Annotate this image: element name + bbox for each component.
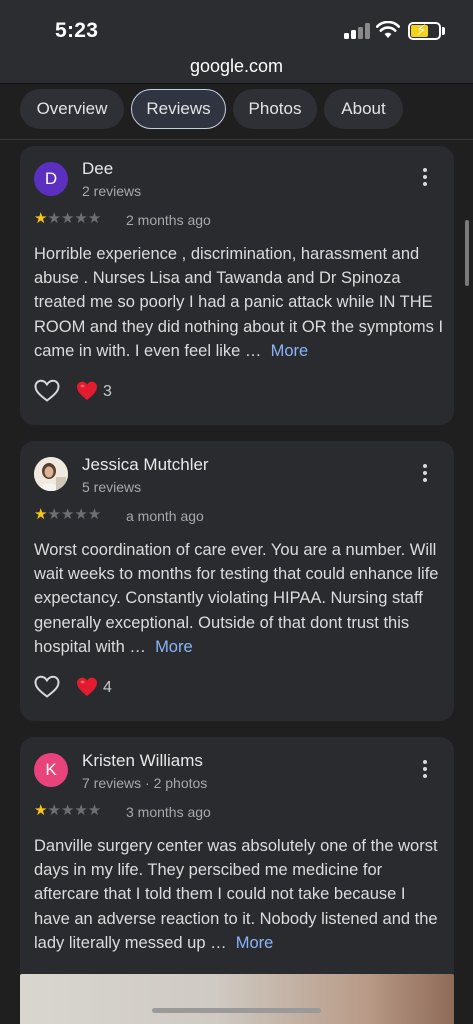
profile-photo: [34, 457, 68, 491]
avatar[interactable]: D: [34, 162, 68, 196]
battery-icon: ⚡: [408, 22, 441, 40]
review-text: Worst coordination of care ever. You are…: [34, 538, 444, 659]
star-icon: ★★★★: [47, 210, 102, 227]
star-icon: ★: [34, 210, 48, 227]
browser-address-bar[interactable]: google.com: [0, 50, 473, 84]
star-rating: ★★★★★: [34, 211, 101, 227]
review-author[interactable]: Jessica Mutchler: [82, 455, 209, 475]
kebab-menu-icon[interactable]: [419, 758, 431, 780]
heart-outline-icon[interactable]: [34, 675, 60, 699]
review-text-content: Worst coordination of care ever. You are…: [34, 541, 439, 656]
battery-tip: [442, 27, 445, 35]
star-icon: ★: [34, 802, 48, 819]
cellular-signal-icon: [344, 23, 372, 39]
star-icon: ★★★★: [47, 802, 102, 819]
kebab-menu-icon[interactable]: [419, 462, 431, 484]
tab-photos[interactable]: Photos: [233, 89, 317, 129]
review-time: 3 months ago: [126, 804, 211, 820]
red-heart-emoji-icon: [77, 677, 97, 696]
review-time: a month ago: [126, 508, 204, 524]
reaction-count: 3: [103, 383, 112, 400]
avatar[interactable]: K: [34, 753, 68, 787]
wifi-icon: [376, 21, 400, 38]
review-text: Horrible experience , discrimination, ha…: [34, 242, 444, 363]
more-link[interactable]: More: [155, 638, 193, 656]
kebab-menu-icon[interactable]: [419, 166, 431, 188]
scrollbar-thumb[interactable]: [465, 220, 469, 286]
review-author-meta: 7 reviews · 2 photos: [82, 775, 208, 791]
reaction-count: 4: [103, 679, 112, 696]
review-author-meta: 2 reviews: [82, 183, 142, 199]
review-time: 2 months ago: [126, 212, 211, 228]
heart-outline-icon[interactable]: [34, 379, 60, 403]
home-indicator[interactable]: [152, 1008, 321, 1013]
star-icon: ★: [34, 506, 48, 523]
star-rating: ★★★★★: [34, 803, 101, 819]
star-icon: ★★★★: [47, 506, 102, 523]
tab-overview[interactable]: Overview: [20, 89, 124, 129]
tab-reviews[interactable]: Reviews: [131, 89, 226, 129]
review-author-meta: 5 reviews: [82, 479, 142, 495]
place-tabs: Overview Reviews Photos About: [0, 85, 473, 140]
red-heart-emoji-icon: [77, 381, 97, 400]
review-card: D Dee 2 reviews ★★★★★ 2 months ago Horri…: [20, 146, 454, 425]
reviews-feed[interactable]: D Dee 2 reviews ★★★★★ 2 months ago Horri…: [0, 141, 473, 1024]
tab-about[interactable]: About: [324, 89, 403, 129]
review-text-content: Horrible experience , discrimination, ha…: [34, 245, 444, 360]
status-time: 5:23: [55, 19, 99, 42]
review-text: Danville surgery center was absolutely o…: [34, 834, 444, 955]
review-author[interactable]: Dee: [82, 159, 113, 179]
review-author[interactable]: Kristen Williams: [82, 751, 203, 771]
url-text[interactable]: google.com: [0, 56, 473, 77]
status-bar: 5:23 ⚡: [0, 0, 473, 50]
more-link[interactable]: More: [271, 342, 309, 360]
review-card: Jessica Mutchler 5 reviews ★★★★★ a month…: [20, 441, 454, 721]
star-rating: ★★★★★: [34, 507, 101, 523]
review-photo[interactable]: [20, 974, 454, 1024]
more-link[interactable]: More: [236, 934, 274, 952]
avatar[interactable]: [34, 457, 68, 491]
